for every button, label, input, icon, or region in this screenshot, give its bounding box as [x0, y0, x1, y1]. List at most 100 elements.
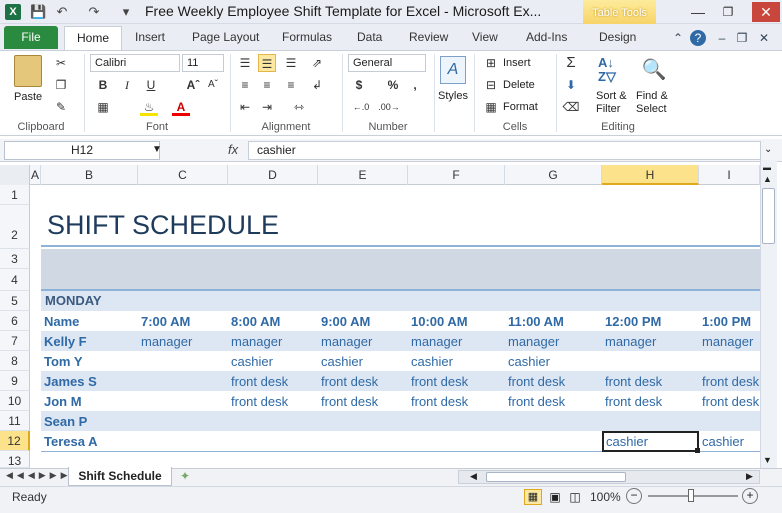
page-break-view-icon[interactable]: ◫: [566, 489, 584, 505]
tab-view[interactable]: View: [472, 30, 498, 44]
shift-cell[interactable]: cashier: [321, 354, 407, 369]
shift-cell[interactable]: manager: [231, 334, 317, 349]
shift-cell[interactable]: front desk: [321, 374, 407, 389]
autosum-icon[interactable]: Σ: [562, 54, 580, 72]
align-top-icon[interactable]: ☰: [236, 54, 254, 72]
delete-cells-icon[interactable]: ⊟: [482, 76, 500, 94]
column-header[interactable]: C: [138, 165, 228, 185]
fill-color-icon[interactable]: ♨: [140, 98, 158, 116]
align-middle-icon[interactable]: ☰: [258, 54, 276, 72]
minimize-ribbon-icon[interactable]: ⌃: [670, 30, 686, 46]
zoom-level[interactable]: 100%: [590, 490, 621, 504]
header-time[interactable]: 8:00 AM: [231, 314, 280, 329]
scroll-right-icon[interactable]: ▶: [746, 471, 753, 482]
row-header[interactable]: 9: [0, 371, 30, 391]
sheet-nav-icons[interactable]: ◀◀◀▶▶▶: [6, 470, 72, 481]
fill-handle[interactable]: [695, 448, 700, 453]
insert-cells-icon[interactable]: ⊞: [482, 54, 500, 72]
comma-button[interactable]: ,: [406, 76, 424, 94]
namebox-dropdown-icon[interactable]: ▼: [152, 144, 162, 155]
horizontal-scroll-thumb[interactable]: [486, 472, 626, 482]
styles-icon[interactable]: A: [440, 56, 466, 84]
italic-button[interactable]: I: [118, 76, 136, 94]
paste-button[interactable]: Paste: [14, 91, 42, 103]
select-all-button[interactable]: [0, 165, 30, 185]
styles-button[interactable]: Styles: [438, 90, 468, 102]
copy-icon[interactable]: ❐: [52, 76, 70, 94]
shift-cell[interactable]: manager: [411, 334, 504, 349]
column-header[interactable]: B: [41, 165, 138, 185]
shift-cell[interactable]: cashier: [231, 354, 317, 369]
tab-insert[interactable]: Insert: [135, 30, 165, 44]
expand-formula-icon[interactable]: ⌄: [764, 144, 772, 155]
clear-icon[interactable]: ⌫: [562, 98, 580, 116]
header-time[interactable]: 12:00 PM: [605, 314, 661, 329]
shift-cell[interactable]: front desk: [605, 394, 698, 409]
shrink-font-icon[interactable]: Aˇ: [204, 76, 222, 94]
underline-button[interactable]: U: [142, 76, 160, 94]
day-label[interactable]: MONDAY: [45, 293, 102, 308]
schedule-title[interactable]: SHIFT SCHEDULE: [47, 210, 279, 241]
increase-indent-icon[interactable]: ⇥: [258, 98, 276, 116]
format-painter-icon[interactable]: ✎: [52, 98, 70, 116]
shift-cell[interactable]: cashier: [508, 354, 601, 369]
column-header[interactable]: I: [699, 165, 760, 185]
select-button[interactable]: Select: [636, 103, 667, 115]
shift-cell[interactable]: front desk: [231, 394, 317, 409]
shift-cell[interactable]: front desk: [702, 394, 760, 409]
shift-cell[interactable]: front desk: [231, 374, 317, 389]
row-header[interactable]: 6: [0, 311, 30, 331]
redo-icon[interactable]: ↷: [86, 4, 102, 20]
column-header-selected[interactable]: H: [602, 165, 699, 185]
scroll-left-icon[interactable]: ◀: [470, 471, 477, 482]
delete-cells-button[interactable]: Delete: [503, 79, 535, 91]
employee-name[interactable]: Tom Y: [44, 354, 83, 369]
zoom-in-icon[interactable]: +: [742, 488, 758, 504]
shift-cell[interactable]: front desk: [508, 374, 601, 389]
shift-cell[interactable]: manager: [702, 334, 760, 349]
shift-cell[interactable]: cashier: [702, 434, 760, 449]
split-handle[interactable]: ▬: [763, 163, 771, 172]
minimize-icon[interactable]: —: [686, 2, 710, 22]
increase-decimal-icon[interactable]: ←.0: [350, 98, 372, 116]
workbook-restore-icon[interactable]: ❐: [734, 30, 750, 46]
tab-add-ins[interactable]: Add-Ins: [526, 30, 567, 44]
name-box[interactable]: H12: [4, 141, 160, 160]
row-header[interactable]: 1: [0, 185, 30, 205]
percent-button[interactable]: %: [384, 76, 402, 94]
currency-button[interactable]: $: [350, 76, 368, 94]
shift-cell[interactable]: front desk: [508, 394, 601, 409]
find-button[interactable]: Find &: [636, 90, 668, 102]
sort-filter-icon[interactable]: A↓ Z▽: [598, 56, 624, 84]
row-header[interactable]: 7: [0, 331, 30, 351]
zoom-slider-thumb[interactable]: [688, 489, 694, 502]
paste-icon[interactable]: [14, 55, 42, 87]
tab-page-layout[interactable]: Page Layout: [192, 30, 259, 44]
font-color-icon[interactable]: A: [172, 98, 190, 116]
shift-cell[interactable]: front desk: [702, 374, 760, 389]
formula-input[interactable]: cashier: [248, 141, 761, 160]
shift-cell[interactable]: front desk: [321, 394, 407, 409]
tab-review[interactable]: Review: [409, 30, 448, 44]
column-header[interactable]: E: [318, 165, 408, 185]
page-layout-view-icon[interactable]: ▣: [546, 489, 564, 505]
tab-formulas[interactable]: Formulas: [282, 30, 332, 44]
header-time[interactable]: 1:00 PM: [702, 314, 751, 329]
employee-name[interactable]: Kelly F: [44, 334, 87, 349]
shift-cell[interactable]: cashier: [411, 354, 504, 369]
restore-icon[interactable]: ❐: [716, 2, 740, 22]
excel-icon[interactable]: X: [5, 4, 21, 20]
header-time[interactable]: 11:00 AM: [508, 314, 564, 329]
sort-button[interactable]: Sort &: [596, 90, 627, 102]
zoom-out-icon[interactable]: −: [626, 488, 642, 504]
vertical-scroll-thumb[interactable]: [762, 188, 775, 244]
shift-cell[interactable]: manager: [508, 334, 601, 349]
help-icon[interactable]: ?: [690, 30, 706, 46]
insert-sheet-icon[interactable]: ✦: [180, 469, 190, 483]
grow-font-icon[interactable]: Aˆ: [184, 76, 202, 94]
row-header[interactable]: 5: [0, 291, 30, 311]
undo-icon[interactable]: ↶: [54, 4, 70, 20]
align-right-icon[interactable]: ≡: [282, 76, 300, 94]
employee-name[interactable]: Jon M: [44, 394, 82, 409]
save-icon[interactable]: 💾: [30, 4, 46, 20]
